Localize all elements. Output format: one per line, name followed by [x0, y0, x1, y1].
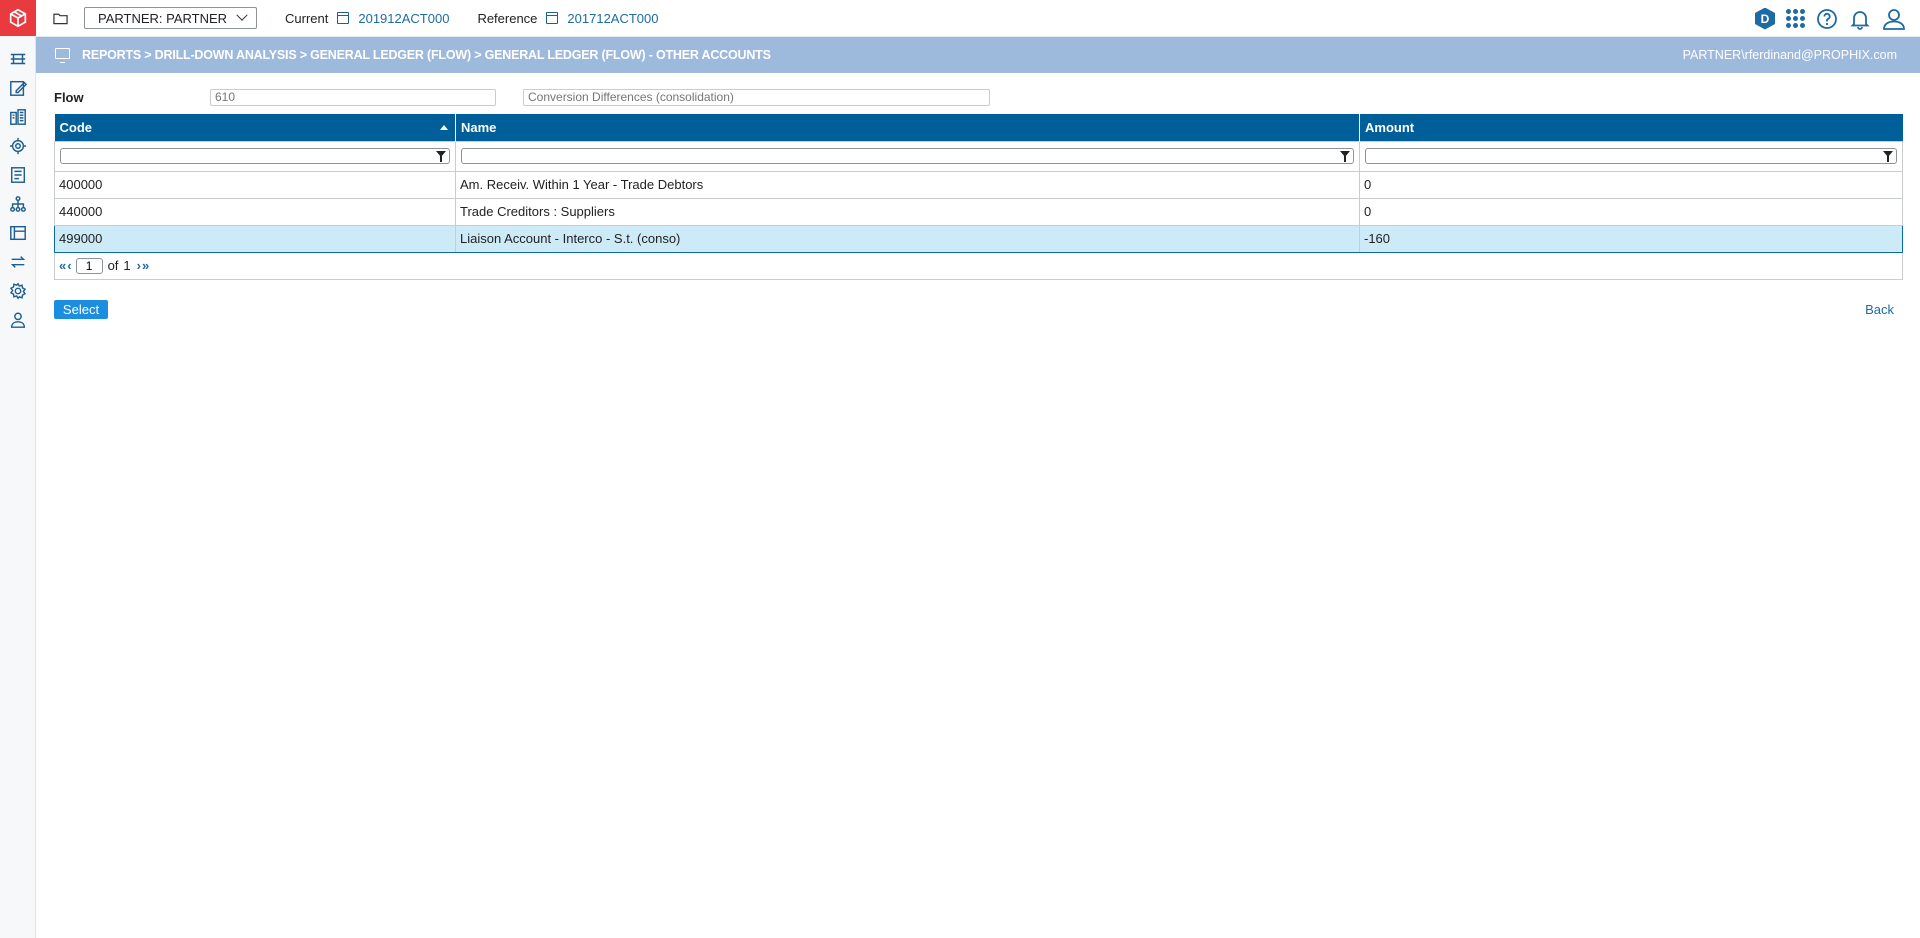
cell-amount: 0: [1359, 170, 1903, 199]
cell-code: 440000: [54, 197, 456, 226]
column-header-amount-label: Amount: [1365, 119, 1415, 135]
top-right-tools: D: [1744, 0, 1906, 37]
pager-total-pages: 1: [123, 258, 131, 273]
flow-code-field: [210, 88, 496, 106]
folder-icon[interactable]: [53, 10, 71, 26]
app-logo[interactable]: [0, 0, 36, 36]
partner-select[interactable]: PARTNER: PARTNER: [84, 7, 257, 29]
cell-amount: -160: [1359, 224, 1903, 253]
flow-label: Flow: [54, 89, 84, 105]
back-link[interactable]: Back: [1865, 302, 1894, 317]
hierarchy-icon[interactable]: [8, 194, 28, 214]
filter-icon[interactable]: [1340, 151, 1350, 162]
sort-ascending-icon: [440, 125, 448, 130]
apps-grid-button[interactable]: [1786, 9, 1805, 28]
flow-row: Flow: [54, 86, 1902, 108]
package-icon[interactable]: [8, 223, 28, 243]
last-page-icon[interactable]: »: [142, 258, 149, 273]
partner-select-value: PARTNER: PARTNER: [98, 10, 228, 26]
calendar-icon[interactable]: [337, 12, 350, 24]
filter-icon[interactable]: [1883, 151, 1893, 162]
next-page-icon[interactable]: ›: [137, 258, 142, 273]
amount-filter-input[interactable]: [1365, 148, 1897, 164]
d-badge-icon: D: [1755, 7, 1775, 30]
table-header-row: Code Name Amount: [54, 114, 1903, 141]
breadcrumb: REPORTS > DRILL-DOWN ANALYSIS > GENERAL …: [82, 48, 771, 62]
select-button[interactable]: Select: [54, 299, 108, 319]
organization-icon[interactable]: [8, 107, 28, 127]
cell-name: Liaison Account - Interco - S.t. (conso): [455, 224, 1360, 253]
reports-icon[interactable]: [8, 49, 28, 69]
cell-name: Trade Creditors : Suppliers: [455, 197, 1360, 226]
top-bar: PARTNER: PARTNER Current 201912ACT000 Re…: [36, 0, 1920, 37]
column-header-code[interactable]: Code: [54, 114, 456, 141]
column-header-name-label: Name: [461, 119, 497, 135]
accounts-table: Code Name Amount 400000 Am. Receiv. With…: [54, 114, 1903, 280]
cell-code: 499000: [54, 224, 456, 253]
calendar-icon[interactable]: [546, 12, 559, 24]
users-icon[interactable]: [8, 310, 28, 330]
reference-period-link[interactable]: 201712ACT000: [567, 11, 658, 26]
column-header-amount[interactable]: Amount: [1359, 114, 1903, 141]
filter-icon[interactable]: [436, 151, 446, 162]
table-row[interactable]: 440000 Trade Creditors : Suppliers 0: [54, 197, 1903, 226]
apps-grid-icon: [1786, 9, 1805, 28]
code-filter-input[interactable]: [60, 148, 450, 164]
current-user: PARTNER\rferdinand@PROPHIX.com: [1682, 48, 1897, 62]
d-badge-button[interactable]: D: [1755, 7, 1775, 30]
current-label: Current: [285, 10, 329, 26]
page-number-input[interactable]: [75, 257, 103, 274]
journal-icon[interactable]: [8, 165, 28, 185]
main-content: Flow Code Name Amount: [54, 86, 1903, 320]
name-filter-input[interactable]: [461, 148, 1354, 164]
reference-period: Reference 201712ACT000: [477, 11, 658, 26]
consolidation-icon[interactable]: [8, 136, 28, 156]
user-profile-icon[interactable]: [1882, 8, 1906, 30]
actions-bar: Select Back: [54, 299, 1902, 320]
cell-amount: 0: [1359, 197, 1903, 226]
cell-code: 400000: [54, 170, 456, 199]
pager-row: « ‹ of 1 › »: [54, 251, 1903, 280]
table-row-selected[interactable]: 499000 Liaison Account - Interco - S.t. …: [54, 224, 1903, 253]
flow-name-field: [523, 88, 990, 106]
first-page-icon[interactable]: «: [59, 258, 66, 273]
chevron-down-icon: [236, 9, 248, 21]
table-row[interactable]: 400000 Am. Receiv. Within 1 Year - Trade…: [54, 170, 1903, 199]
help-icon[interactable]: [1816, 8, 1838, 30]
edit-icon[interactable]: [8, 78, 28, 98]
monitor-icon: [55, 47, 70, 63]
column-header-name[interactable]: Name: [455, 114, 1360, 141]
current-period-link[interactable]: 201912ACT000: [358, 11, 449, 26]
column-header-code-label: Code: [59, 119, 93, 135]
reference-label: Reference: [477, 10, 538, 26]
pager-of-label: of: [107, 258, 119, 273]
bell-icon[interactable]: [1849, 8, 1871, 30]
transfer-icon[interactable]: [8, 252, 28, 272]
left-rail: [0, 0, 36, 938]
current-period: Current 201912ACT000: [285, 11, 449, 26]
prev-page-icon[interactable]: ‹: [67, 258, 72, 273]
cube-logo-icon: [9, 8, 27, 28]
settings-icon[interactable]: [8, 281, 28, 301]
breadcrumb-banner: REPORTS > DRILL-DOWN ANALYSIS > GENERAL …: [36, 37, 1920, 73]
filter-row: [54, 140, 1903, 172]
cell-name: Am. Receiv. Within 1 Year - Trade Debtor…: [455, 170, 1360, 199]
pager: « ‹ of 1 › »: [59, 257, 1898, 274]
